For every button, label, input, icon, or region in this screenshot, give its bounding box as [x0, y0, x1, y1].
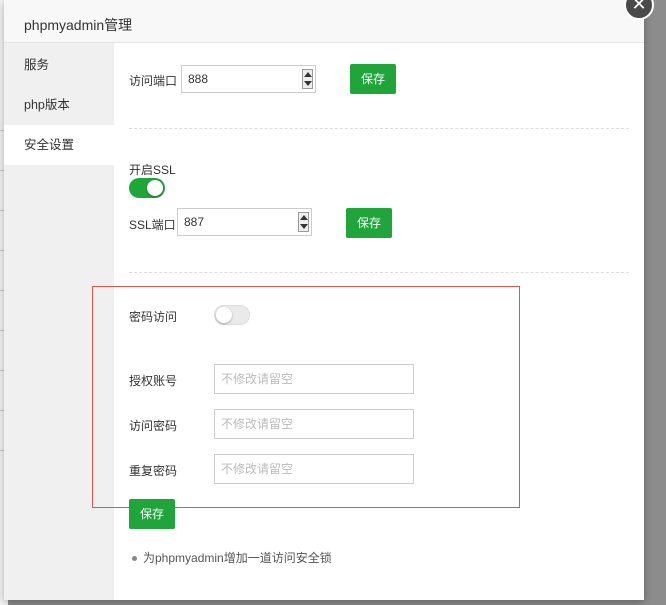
spinner-up-icon[interactable] [300, 215, 308, 220]
repeat-password-label: 重复密码 [129, 464, 178, 478]
bullet-icon [132, 556, 137, 562]
security-settings-panel: 访问端口 888 保存 开启SSL SSL端口 887 保存 密码访问 授权账号… [92, 43, 644, 600]
dialog-title-bar: phpmyadmin管理 [4, 0, 644, 43]
toggle-knob [216, 307, 232, 323]
repeat-password-input[interactable] [214, 454, 414, 484]
toggle-knob [147, 180, 163, 196]
auth-account-input[interactable] [214, 364, 414, 394]
ssl-port-label: SSL端口 [129, 218, 176, 232]
sidebar-item-service[interactable]: 服务 [4, 45, 114, 85]
ssl-toggle[interactable] [129, 178, 165, 198]
port-spinner[interactable] [302, 69, 313, 89]
password-access-label: 密码访问 [129, 310, 178, 324]
auth-account-label: 授权账号 [129, 374, 178, 388]
ssl-port-spinner[interactable] [298, 212, 309, 232]
password-access-toggle[interactable] [214, 305, 250, 325]
access-port-label: 访问端口 [129, 74, 178, 88]
access-password-input[interactable] [214, 409, 414, 439]
security-note: 为phpmyadmin增加一道访问安全锁 [132, 549, 332, 566]
sidebar-item-security[interactable]: 安全设置 [4, 125, 114, 165]
phpmyadmin-dialog: phpmyadmin管理 服务 php版本 安全设置 访问端口 888 保存 开… [4, 0, 644, 600]
spinner-up-icon[interactable] [304, 72, 312, 77]
ssl-port-value: 887 [184, 215, 205, 229]
spinner-down-icon[interactable] [304, 81, 312, 86]
save-password-button[interactable]: 保存 [129, 499, 175, 529]
save-port-button[interactable]: 保存 [350, 64, 396, 94]
dialog-title: phpmyadmin管理 [24, 17, 133, 33]
save-ssl-port-button[interactable]: 保存 [346, 208, 392, 238]
section-divider [129, 272, 629, 273]
section-divider [129, 128, 629, 129]
ssl-enable-label: 开启SSL [129, 163, 176, 177]
close-icon: ✕ [631, 0, 647, 14]
ssl-port-input[interactable]: 887 [177, 208, 312, 236]
access-port-input[interactable]: 888 [181, 65, 316, 93]
access-port-value: 888 [188, 72, 209, 86]
spinner-down-icon[interactable] [300, 224, 308, 229]
sidebar-item-php-version[interactable]: php版本 [4, 85, 114, 125]
access-password-label: 访问密码 [129, 419, 178, 433]
security-note-text: 为phpmyadmin增加一道访问安全锁 [143, 551, 332, 565]
